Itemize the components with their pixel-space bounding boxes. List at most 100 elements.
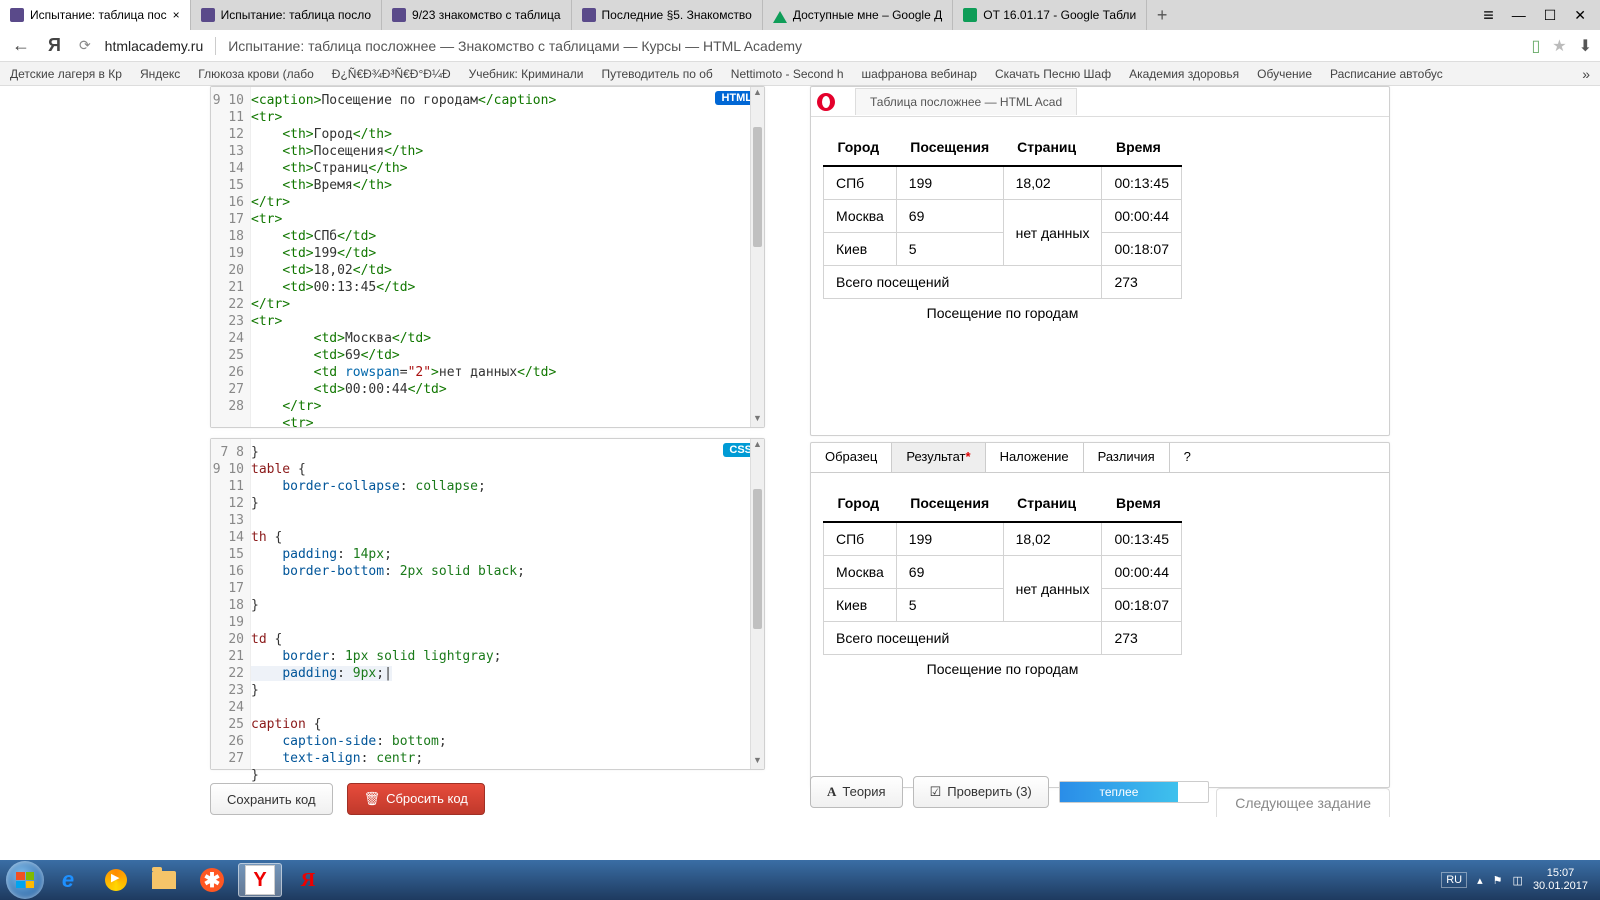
reset-button[interactable]: 🗑Сбросить код [347,783,485,815]
vertical-scrollbar[interactable]: ▲ ▼ [750,87,764,427]
shield-icon [10,8,24,22]
close-icon[interactable]: × [173,8,180,22]
vertical-scrollbar[interactable]: ▲ ▼ [750,439,764,769]
taskbar-media[interactable] [94,863,138,897]
security-shield-icon[interactable]: ▯ [1531,36,1540,56]
url-box[interactable]: htmlacademy.ru Испытание: таблица послож… [105,37,802,55]
tray-flag-icon[interactable]: ⚑ [1493,874,1503,887]
table-row: Москва69нет данных00:00:44 [824,200,1182,233]
bookmark-item[interactable]: Детские лагеря в Кр [10,67,122,81]
browser-tab-4[interactable]: Доступные мне – Google Д [763,0,953,30]
close-window-icon[interactable]: ✕ [1570,7,1590,24]
line-gutter: 9 10 11 12 13 14 15 16 17 18 19 20 21 22… [211,87,251,427]
bookmarks-overflow-icon[interactable]: » [1582,66,1590,82]
drive-icon [773,9,787,23]
line-gutter: 7 8 9 10 11 12 13 14 15 16 17 18 19 20 2… [211,439,251,769]
table-row-total: Всего посещений273 [824,266,1182,299]
taskbar-yandex-search[interactable]: Я [286,863,330,897]
bookmark-item[interactable]: Скачать Песню Шаф [995,67,1111,81]
bookmark-item[interactable]: Расписание автобус [1330,67,1443,81]
table-row: СПб19918,0200:13:45 [824,522,1182,556]
th-visits: Посещения [896,129,1003,166]
preview-table: Посещение по городам Город Посещения Стр… [823,129,1182,321]
table-row: Киев500:18:07 [824,233,1182,266]
preview-panel-live: Таблица посложнее — HTML Acad Посещение … [810,86,1390,436]
table-caption: Посещение по городам [823,655,1182,677]
taskbar-yandex-active[interactable]: Y [238,863,282,897]
yandex-browser-icon: Y [245,865,275,895]
check-button[interactable]: ☑Проверить (3) [913,776,1049,808]
progress-bar: теплее [1059,781,1209,803]
th-time: Время [1102,129,1182,166]
table-caption: Посещение по городам [823,299,1182,321]
address-bar: ← Я ⟳ htmlacademy.ru Испытание: таблица … [0,30,1600,62]
progress-fill: теплее [1060,782,1178,802]
tray-network-icon[interactable]: ◫ [1513,874,1523,887]
save-button[interactable]: Сохранить код [210,783,333,815]
browser-tab-0[interactable]: Испытание: таблица пос× [0,0,191,30]
minimize-icon[interactable]: — [1508,7,1530,23]
taskbar-explorer[interactable] [142,863,186,897]
yandex-icon[interactable]: Я [44,33,65,58]
maximize-icon[interactable]: ☐ [1540,7,1561,24]
bookmark-item[interactable]: Учебник: Криминали [469,67,584,81]
scroll-up-icon[interactable]: ▲ [751,87,764,101]
yandex-icon: Я [301,869,315,892]
scroll-down-icon[interactable]: ▼ [751,755,764,769]
trash-icon: 🗑 [364,791,381,806]
reload-button[interactable]: ⟳ [75,35,95,56]
bookmark-item[interactable]: Яндекс [140,67,180,81]
menu-icon[interactable]: ≡ [1479,5,1498,26]
tab-result[interactable]: Результат* [892,443,985,472]
preview-tab-title: Таблица посложнее — HTML Acad [855,88,1077,115]
bookmark-item[interactable]: Глюкоза крови (лабо [198,67,314,81]
html-editor-panel: HTML 9 10 11 12 13 14 15 16 17 18 19 20 … [210,86,765,428]
html-code[interactable]: <caption>Посещение по городам</caption> … [251,92,750,427]
tab-sample[interactable]: Образец [811,443,892,472]
tray-arrow-icon[interactable]: ▴ [1477,874,1483,887]
shield-icon [201,8,215,22]
check-icon: ☑ [930,784,942,799]
system-clock[interactable]: 15:07 30.01.2017 [1533,867,1588,893]
downloads-icon[interactable]: ⬇ [1579,36,1592,56]
shield-icon [392,8,406,22]
table-row: Москва69нет данных00:00:44 [824,556,1182,589]
opera-icon [811,87,841,117]
scroll-down-icon[interactable]: ▼ [751,413,764,427]
tab-diff[interactable]: Различия [1084,443,1170,472]
browser-tab-5[interactable]: ОТ 16.01.17 - Google Табли [953,0,1147,30]
theory-button[interactable]: AТеория [810,776,903,808]
shield-icon [582,8,596,22]
preview-panel-reference: Образец Результат* Наложение Различия ? … [810,442,1390,788]
language-indicator[interactable]: RU [1441,872,1467,888]
start-button[interactable] [6,861,44,899]
table-row-total: Всего посещений273 [824,622,1182,655]
new-tab-button[interactable]: + [1147,0,1177,30]
bookmarks-bar: Детские лагеря в Кр Яндекс Глюкоза крови… [0,62,1600,86]
bookmark-item[interactable]: Академия здоровья [1129,67,1239,81]
browser-tab-2[interactable]: 9/23 знакомство с таблица [382,0,572,30]
folder-icon [152,871,176,889]
bookmark-item[interactable]: Nettimoto - Second h [731,67,844,81]
browser-tabstrip: Испытание: таблица пос× Испытание: табли… [0,0,1600,30]
windows-icon [16,872,34,888]
taskbar-ie[interactable]: e [46,863,90,897]
bookmark-item[interactable]: шафранова вебинар [862,67,977,81]
css-code[interactable]: } table { border-collapse: collapse; } t… [251,444,750,769]
back-button[interactable]: ← [8,33,34,58]
app-icon: ✱ [200,868,224,892]
bookmark-star-icon[interactable]: ★ [1552,36,1566,56]
scroll-up-icon[interactable]: ▲ [751,439,764,453]
browser-tab-1[interactable]: Испытание: таблица посло [191,0,382,30]
tab-help[interactable]: ? [1170,443,1205,472]
next-task-button[interactable]: Следующее задание [1216,788,1390,817]
reference-table: Посещение по городам Город Посещения Стр… [823,485,1182,677]
windows-taskbar: e ✱ Y Я RU ▴ ⚑ ◫ 15:07 30.01.2017 [0,860,1600,900]
bookmark-item[interactable]: Обучение [1257,67,1312,81]
bookmark-item[interactable]: Ð¿Ñ€Ð¾Ð³Ñ€Ð°Ð¼Ð [332,67,451,81]
taskbar-app[interactable]: ✱ [190,863,234,897]
table-row: СПб19918,0200:13:45 [824,166,1182,200]
tab-overlay[interactable]: Наложение [986,443,1084,472]
browser-tab-3[interactable]: Последние §5. Знакомство [572,0,763,30]
bookmark-item[interactable]: Путеводитель по об [602,67,713,81]
